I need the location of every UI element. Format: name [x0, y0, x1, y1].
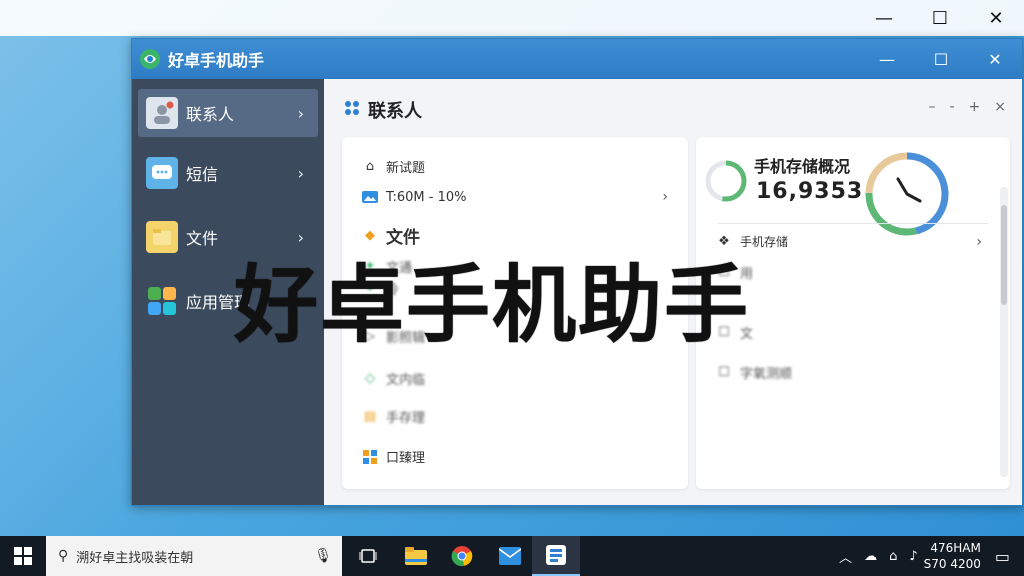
taskbar: ⚲ 溯好卓主找吸装在朝 🎙︎ ︿ ☁ ⌂ ♪ 476HAM S70 4200 ▭ [0, 536, 1024, 576]
minimize-button[interactable]: — [860, 39, 914, 79]
diamond-icon: ◇ [365, 371, 375, 386]
microphone-icon[interactable]: 🎙︎ [314, 548, 332, 564]
overlay-banner-text: 好卓手机助手 [234, 256, 751, 354]
panel-close-button[interactable]: × [994, 99, 1006, 115]
list-item[interactable]: ☐ 字氧测顺 [716, 363, 792, 382]
network-icon[interactable]: ⌂ [889, 549, 897, 564]
app-titlebar: 好卓手机助手 — ☐ ✕ [132, 39, 1022, 79]
app-taskbar-icon[interactable] [532, 536, 580, 576]
scrollbar[interactable] [1000, 187, 1008, 477]
list-item[interactable]: ◇ 文内临 [362, 369, 425, 388]
volume-icon[interactable]: ♪ [909, 549, 917, 564]
page-title: 联系人 [368, 101, 422, 122]
chevron-right-icon: › [297, 163, 304, 183]
panel-add-button[interactable]: + [969, 99, 981, 115]
outer-minimize-button[interactable]: — [856, 0, 912, 36]
chevron-right-icon: › [976, 233, 982, 250]
app-title: 好卓手机助手 [168, 51, 265, 70]
list-item[interactable]: ❖ 手机存储 › [716, 233, 982, 250]
chevron-right-icon: › [662, 189, 668, 205]
scroll-thumb[interactable] [1001, 205, 1007, 305]
list-item[interactable]: 口臻理 [362, 447, 425, 466]
checkbox-icon: ☐ [718, 365, 730, 380]
storage-title: 手机存储概况 [754, 157, 851, 176]
folder-icon [146, 221, 178, 253]
file-explorer-icon[interactable] [392, 536, 440, 576]
grid-icon [362, 449, 378, 465]
search-icon: ⚲ [58, 548, 69, 564]
chevron-right-icon: › [297, 103, 304, 123]
mail-icon[interactable] [486, 536, 534, 576]
outer-maximize-button[interactable]: ☐ [912, 0, 968, 36]
list-item[interactable]: ▤ 手存理 [362, 407, 425, 426]
close-button[interactable]: ✕ [968, 39, 1022, 79]
list-item[interactable]: ⌂ 新试题 [362, 157, 425, 176]
storage-gauge-icon [862, 149, 952, 243]
chevron-up-icon[interactable]: ︿ [839, 547, 852, 566]
contact-icon [146, 97, 178, 129]
cloud-icon[interactable]: ☁ [864, 549, 877, 564]
home-icon: ⌂ [365, 159, 375, 174]
system-tray: ︿ ☁ ⌂ ♪ 476HAM S70 4200 ▭ [833, 536, 1024, 576]
maximize-button[interactable]: ☐ [914, 39, 968, 79]
image-icon [362, 189, 378, 205]
taskbar-search-box[interactable]: ⚲ 溯好卓主找吸装在朝 🎙︎ [46, 536, 342, 576]
sidebar-item-label: 文件 [186, 229, 219, 248]
list-item[interactable]: T:60M - 10% › [362, 189, 668, 205]
sms-icon [146, 157, 178, 189]
chrome-icon[interactable] [438, 536, 486, 576]
sidebar-item-label: 联系人 [186, 105, 235, 124]
panel-controls: – - + × [928, 99, 1006, 115]
sidebar-item-label: 短信 [186, 165, 219, 184]
divider [718, 223, 988, 224]
panel-minimize-button[interactable]: - [949, 99, 954, 115]
apps-icon [146, 285, 178, 317]
panel-collapse-button[interactable]: – [928, 99, 935, 115]
sidebar-item-sms[interactable]: 短信 › [138, 149, 318, 197]
outer-close-button[interactable]: ✕ [968, 0, 1024, 36]
contacts-logo-icon [342, 98, 362, 122]
storage-small-ring-icon [704, 159, 748, 207]
sidebar-item-contacts[interactable]: 联系人 › [138, 89, 318, 137]
document-icon: ▤ [363, 409, 377, 424]
storage-value: 16,9353 [756, 179, 864, 204]
taskbar-clock[interactable]: 476HAM S70 4200 [924, 540, 981, 572]
windows-start-icon[interactable] [0, 536, 46, 576]
app-logo-icon [138, 47, 162, 71]
notification-icon[interactable]: ▭ [995, 547, 1010, 566]
task-view-icon[interactable] [344, 536, 392, 576]
main-header: 联系人 [342, 97, 422, 123]
app-window-controls: — ☐ ✕ [860, 39, 1022, 79]
search-input[interactable]: 溯好卓主找吸装在朝 [76, 547, 193, 566]
outer-window-controls: — ☐ ✕ [856, 0, 1024, 36]
